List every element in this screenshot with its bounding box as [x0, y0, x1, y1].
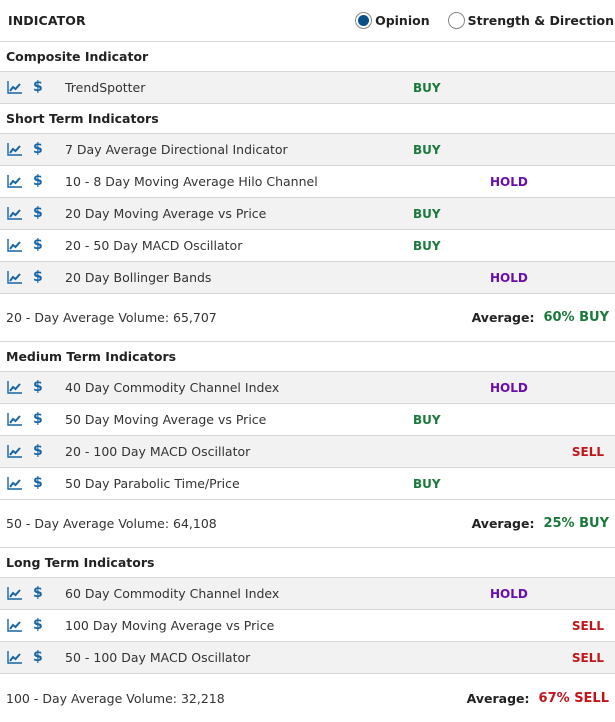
- indicator-name: 100 Day Moving Average vs Price: [65, 618, 275, 633]
- signal-sell: SELL: [571, 650, 604, 665]
- dollar-icon[interactable]: $: [33, 411, 43, 427]
- indicator-name: 10 - 8 Day Moving Average Hilo Channel: [65, 174, 318, 189]
- indicator-row: $40 Day Commodity Channel Index HOLD: [0, 372, 615, 404]
- indicator-name: 20 - 50 Day MACD Oscillator: [65, 238, 243, 253]
- dollar-icon[interactable]: $: [33, 379, 43, 395]
- indicator-name: 50 - 100 Day MACD Oscillator: [65, 650, 251, 665]
- indicator-name: 20 Day Bollinger Bands: [65, 270, 212, 285]
- opinion-radio[interactable]: Opinion: [355, 12, 430, 29]
- section-summary: 20 - Day Average Volume: 65,707 Average: 6…: [0, 294, 615, 342]
- view-toggle: Opinion Strength & Direction: [337, 12, 614, 29]
- average-label: Average:: [466, 690, 530, 706]
- dollar-icon[interactable]: $: [33, 617, 43, 633]
- strength-direction-label: Strength & Direction: [467, 13, 614, 28]
- indicator-row: $100 Day Moving Average vs Price SELL: [0, 610, 615, 642]
- signal-hold: HOLD: [490, 174, 528, 189]
- average-label: Average:: [471, 310, 535, 325]
- signal-sell: SELL: [571, 444, 604, 459]
- indicator-name: 50 Day Moving Average vs Price: [65, 412, 267, 427]
- indicator-row: $60 Day Commodity Channel Index HOLD: [0, 578, 615, 610]
- dollar-icon[interactable]: $: [33, 585, 43, 601]
- dollar-icon[interactable]: $: [33, 79, 43, 95]
- average-value: 25% BUY: [543, 516, 609, 531]
- average-volume: 50 - Day Average Volume: 64,108: [6, 516, 217, 531]
- signal-buy: BUY: [413, 238, 441, 253]
- line-chart-icon[interactable]: [7, 477, 22, 490]
- indicator-row: $20 Day Moving Average vs Price BUY: [0, 198, 615, 230]
- radio-selected-icon[interactable]: [355, 12, 373, 29]
- dollar-icon[interactable]: $: [33, 237, 43, 253]
- dollar-icon[interactable]: $: [33, 173, 43, 189]
- indicator-row: $50 - 100 Day MACD Oscillator SELL: [0, 642, 615, 674]
- line-chart-icon[interactable]: [7, 239, 22, 252]
- opinion-label: Opinion: [375, 13, 430, 28]
- line-chart-icon[interactable]: [7, 207, 22, 220]
- line-chart-icon[interactable]: [7, 381, 22, 394]
- indicator-title: INDICATOR: [8, 13, 86, 28]
- average-volume: 20 - Day Average Volume: 65,707: [6, 310, 217, 325]
- signal-sell: SELL: [571, 618, 604, 633]
- indicator-row: $10 - 8 Day Moving Average Hilo Channel H…: [0, 166, 615, 198]
- dollar-icon[interactable]: $: [33, 443, 43, 459]
- indicator-name: 20 Day Moving Average vs Price: [65, 206, 267, 221]
- average-value: 60% BUY: [543, 310, 609, 325]
- indicator-name: 60 Day Commodity Channel Index: [65, 586, 280, 601]
- line-chart-icon[interactable]: [7, 143, 22, 156]
- section-title: Long Term Indicators: [0, 548, 615, 578]
- section-summary: 50 - Day Average Volume: 64,108 Average: 2…: [0, 500, 615, 548]
- signal-buy: BUY: [413, 476, 441, 491]
- indicator-row: $50 Day Parabolic Time/Price BUY: [0, 468, 615, 500]
- indicator-sections: Composite Indicator $ TrendSpotter BUY Short…: [0, 42, 615, 722]
- dollar-icon[interactable]: $: [33, 269, 43, 285]
- line-chart-icon[interactable]: [7, 619, 22, 632]
- signal-hold: HOLD: [490, 380, 528, 395]
- average-volume: 100 - Day Average Volume: 32,218: [6, 690, 225, 706]
- line-chart-icon[interactable]: [7, 587, 22, 600]
- indicator-name: 20 - 100 Day MACD Oscillator: [65, 444, 251, 459]
- indicator-row: $20 - 50 Day MACD Oscillator BUY: [0, 230, 615, 262]
- signal-buy: BUY: [413, 142, 441, 157]
- signal-buy: BUY: [413, 412, 441, 427]
- dollar-icon[interactable]: $: [33, 649, 43, 665]
- section-title: Medium Term Indicators: [0, 342, 615, 372]
- signal-buy: BUY: [413, 206, 441, 221]
- signal-buy: BUY: [413, 80, 441, 95]
- dollar-icon[interactable]: $: [33, 475, 43, 491]
- line-chart-icon[interactable]: [7, 445, 22, 458]
- line-chart-icon[interactable]: [7, 81, 22, 94]
- indicator-name: TrendSpotter: [65, 80, 146, 95]
- line-chart-icon[interactable]: [7, 271, 22, 284]
- section-title: Composite Indicator: [0, 42, 615, 72]
- indicator-row: $7 Day Average Directional Indicator BUY: [0, 134, 615, 166]
- indicator-row: $50 Day Moving Average vs Price BUY: [0, 404, 615, 436]
- indicator-name: 7 Day Average Directional Indicator: [65, 142, 288, 157]
- indicator-row: $20 Day Bollinger Bands HOLD: [0, 262, 615, 294]
- indicator-row: $20 - 100 Day MACD Oscillator SELL: [0, 436, 615, 468]
- section-summary: 100 - Day Average Volume: 32,218 Average:…: [0, 674, 615, 722]
- radio-unselected-icon[interactable]: [447, 12, 465, 29]
- strength-direction-radio[interactable]: Strength & Direction: [447, 12, 614, 29]
- line-chart-icon[interactable]: [7, 175, 22, 188]
- indicator-row: $ TrendSpotter BUY: [0, 72, 615, 104]
- signal-hold: HOLD: [490, 270, 528, 285]
- indicator-name: 40 Day Commodity Channel Index: [65, 380, 280, 395]
- section-title: Short Term Indicators: [0, 104, 615, 134]
- dollar-icon[interactable]: $: [33, 205, 43, 221]
- signal-hold: HOLD: [490, 586, 528, 601]
- line-chart-icon[interactable]: [7, 651, 22, 664]
- line-chart-icon[interactable]: [7, 413, 22, 426]
- dollar-icon[interactable]: $: [33, 141, 43, 157]
- average-label: Average:: [471, 516, 535, 531]
- indicator-header: INDICATOR Opinion Strength & Direction: [0, 0, 615, 42]
- indicator-name: 50 Day Parabolic Time/Price: [65, 476, 240, 491]
- average-value: 67% SELL: [538, 690, 609, 706]
